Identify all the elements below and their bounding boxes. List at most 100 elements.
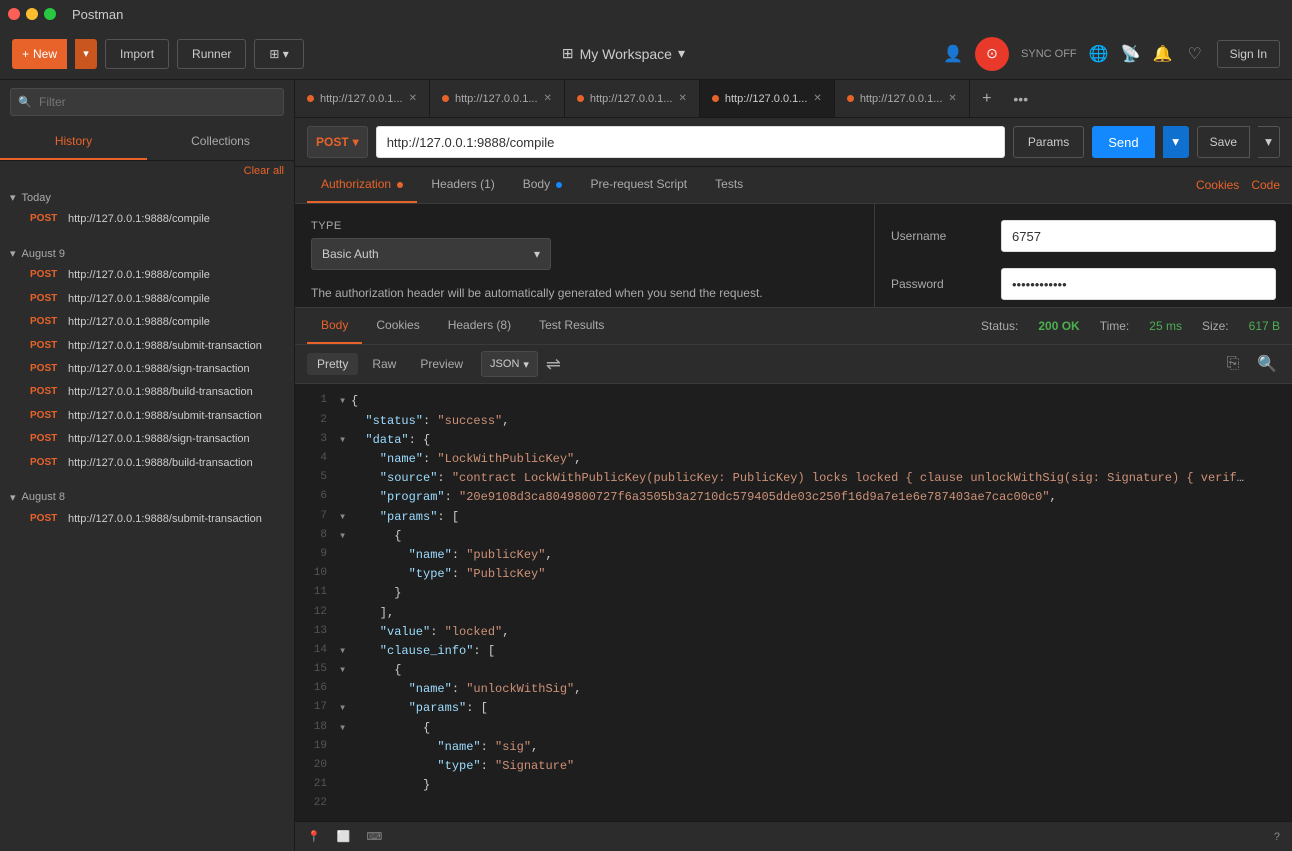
import-button[interactable]: Import [105, 39, 169, 69]
location-icon[interactable]: 📍 [307, 830, 321, 843]
add-tab-button[interactable]: + [970, 90, 1004, 108]
close-icon[interactable]: ✕ [813, 93, 821, 104]
history-url: http://127.0.0.1:9888/sign-transaction [68, 362, 250, 377]
request-tab-1[interactable]: http://127.0.0.1... ✕ [430, 80, 565, 118]
close-icon[interactable]: ✕ [948, 93, 956, 104]
json-line-18: 18 ▾ { [295, 719, 1292, 738]
new-window-button[interactable]: ⊞ ▾ [254, 39, 303, 69]
chevron-icon: ▾ [10, 191, 16, 204]
password-input[interactable] [1001, 268, 1276, 300]
maximize-button[interactable] [44, 8, 56, 20]
response-area: Body Cookies Headers (8) Test Results St… [295, 307, 1292, 821]
history-group-aug8-header[interactable]: ▾ August 8 [10, 487, 284, 508]
tab-headers[interactable]: Headers (1) [417, 167, 508, 203]
resp-body-tab-raw[interactable]: Raw [362, 353, 406, 375]
globe-icon[interactable]: 🌐 [1089, 44, 1109, 64]
bell-icon[interactable]: 🔔 [1153, 44, 1173, 64]
list-item[interactable]: POST http://127.0.0.1:9888/submit-transa… [10, 508, 284, 531]
tab-body[interactable]: Body [509, 167, 577, 203]
keyboard-icon[interactable]: ⌨ [366, 830, 382, 843]
request-tab-0[interactable]: http://127.0.0.1... ✕ [295, 80, 430, 118]
list-item[interactable]: POST http://127.0.0.1:9888/submit-transa… [10, 335, 284, 358]
url-bar: POST ▾ Params Send ▾ Save ▾ [295, 118, 1292, 167]
tab-collections[interactable]: Collections [147, 124, 294, 160]
list-item[interactable]: POST http://127.0.0.1:9888/compile [10, 288, 284, 311]
resp-tab-headers[interactable]: Headers (8) [434, 308, 525, 344]
username-input[interactable] [1001, 220, 1276, 252]
search-button[interactable]: 🔍 [1254, 351, 1280, 377]
format-selector[interactable]: JSON ▾ [481, 351, 538, 377]
split-view-icon[interactable]: ⬜ [337, 830, 351, 843]
history-group-aug9-header[interactable]: ▾ August 9 [10, 243, 284, 264]
method-selector[interactable]: POST ▾ [307, 126, 368, 158]
resp-body-tab-pretty[interactable]: Pretty [307, 353, 358, 375]
request-tab-4[interactable]: http://127.0.0.1... ✕ [835, 80, 970, 118]
resp-tab-cookies[interactable]: Cookies [362, 308, 433, 344]
workspace-label: My Workspace [580, 46, 672, 62]
method-badge: POST [30, 315, 62, 327]
user-icon[interactable]: 👤 [943, 44, 963, 64]
request-tab-right-links: Cookies Code [1196, 178, 1280, 192]
new-dropdown-button[interactable]: ▾ [75, 39, 97, 69]
tab-label: http://127.0.0.1... [725, 93, 808, 105]
close-icon[interactable]: ✕ [544, 93, 552, 104]
list-item[interactable]: POST http://127.0.0.1:9888/build-transac… [10, 381, 284, 404]
history-url: http://127.0.0.1:9888/compile [68, 268, 210, 283]
history-group-today-header[interactable]: ▾ Today [10, 187, 284, 208]
tab-pre-request-script[interactable]: Pre-request Script [576, 167, 701, 203]
copy-button[interactable]: ⎘ [1220, 351, 1246, 377]
json-line-8: 8 ▾ { [295, 527, 1292, 546]
tab-history[interactable]: History [0, 124, 147, 160]
filter-input[interactable] [10, 88, 284, 116]
help-icon[interactable]: ? [1274, 831, 1280, 843]
resp-tab-body[interactable]: Body [307, 308, 362, 344]
history-group-today: ▾ Today POST http://127.0.0.1:9888/compi… [0, 181, 294, 237]
save-button[interactable]: Save [1197, 126, 1250, 158]
status-value: 200 OK [1038, 319, 1079, 333]
list-item[interactable]: POST http://127.0.0.1:9888/build-transac… [10, 452, 284, 475]
clear-all-button[interactable]: Clear all [0, 161, 294, 181]
url-input[interactable] [376, 126, 1005, 158]
auth-note: The authorization header will be automat… [311, 284, 858, 307]
workspace-selector[interactable]: ⊞ My Workspace ▾ [562, 45, 685, 62]
tab-authorization[interactable]: Authorization [307, 167, 417, 203]
close-button[interactable] [8, 8, 20, 20]
request-tab-3[interactable]: http://127.0.0.1... ✕ [700, 80, 835, 118]
resp-body-tab-preview[interactable]: Preview [410, 353, 473, 375]
list-item[interactable]: POST http://127.0.0.1:9888/submit-transa… [10, 405, 284, 428]
response-tabs-bar: Body Cookies Headers (8) Test Results St… [295, 308, 1292, 345]
runner-button[interactable]: Runner [177, 39, 246, 69]
close-icon[interactable]: ✕ [678, 93, 686, 104]
wrap-icon[interactable]: ⇌ [546, 354, 561, 375]
list-item[interactable]: POST http://127.0.0.1:9888/sign-transact… [10, 428, 284, 451]
minimize-button[interactable] [26, 8, 38, 20]
new-button[interactable]: + New [12, 39, 67, 69]
list-item[interactable]: POST http://127.0.0.1:9888/compile [10, 208, 284, 231]
code-link[interactable]: Code [1251, 178, 1280, 192]
auth-type-selector[interactable]: Basic Auth ▾ [311, 238, 551, 270]
request-tab-2[interactable]: http://127.0.0.1... ✕ [565, 80, 700, 118]
cookies-link[interactable]: Cookies [1196, 178, 1239, 192]
toolbar-center: ⊞ My Workspace ▾ [312, 45, 935, 62]
satellite-icon[interactable]: 📡 [1121, 44, 1141, 64]
send-button[interactable]: Send [1092, 126, 1154, 158]
response-tools: ⎘ 🔍 [1220, 351, 1280, 377]
method-badge: POST [30, 339, 62, 351]
heart-icon[interactable]: ♡ [1185, 44, 1205, 64]
sign-in-button[interactable]: Sign In [1217, 40, 1280, 68]
response-status-bar: Status: 200 OK Time: 25 ms Size: 617 B [981, 319, 1280, 333]
list-item[interactable]: POST http://127.0.0.1:9888/compile [10, 311, 284, 334]
list-item[interactable]: POST http://127.0.0.1:9888/compile [10, 264, 284, 287]
body-dot [556, 182, 562, 188]
resp-tab-test-results[interactable]: Test Results [525, 308, 618, 344]
more-tabs-button[interactable]: ••• [1004, 91, 1038, 107]
size-value: 617 B [1249, 319, 1280, 333]
json-line-12: 12 ], [295, 604, 1292, 623]
send-dropdown-button[interactable]: ▾ [1163, 126, 1189, 158]
sync-icon[interactable]: ⊙ [975, 37, 1009, 71]
list-item[interactable]: POST http://127.0.0.1:9888/sign-transact… [10, 358, 284, 381]
save-dropdown-button[interactable]: ▾ [1258, 126, 1280, 158]
tab-tests[interactable]: Tests [701, 167, 757, 203]
params-button[interactable]: Params [1013, 126, 1084, 158]
close-icon[interactable]: ✕ [409, 93, 417, 104]
